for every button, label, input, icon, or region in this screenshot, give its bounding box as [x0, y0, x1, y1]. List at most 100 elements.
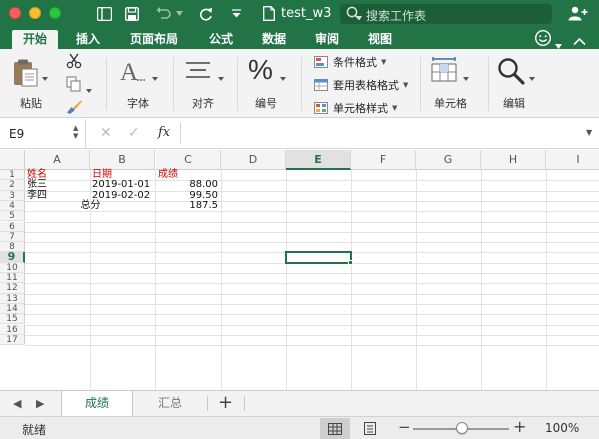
search-sheet-input[interactable]: 搜索工作表 [340, 4, 552, 24]
format-as-table-button[interactable]: 套用表格格式 ▼ [314, 76, 408, 94]
selected-cell-outline[interactable] [285, 251, 352, 264]
tab-data[interactable]: 数据 [254, 30, 294, 49]
cell-a2[interactable]: 张三 [27, 180, 47, 190]
cell-a4[interactable]: 总分 [25, 200, 156, 211]
row-header-10[interactable]: 10 [0, 262, 25, 273]
zoom-window-button[interactable] [49, 7, 61, 19]
cut-icon[interactable] [66, 53, 82, 72]
row-header-13[interactable]: 13 [0, 293, 25, 304]
gridline [25, 273, 599, 274]
name-box-stepper-icon[interactable]: ▲ ▼ [73, 124, 78, 140]
redo-icon[interactable] [198, 4, 214, 23]
undo-dropdown-icon[interactable] [174, 4, 184, 23]
add-person-icon[interactable] [567, 4, 589, 23]
worksheet-grid[interactable]: A B C D E F G H I 1 2 3 4 5 6 7 8 9 10 11 12 13 14 15 16 17 姓名 日期 成绩… [0, 150, 599, 390]
format-painter-icon[interactable] [66, 99, 83, 117]
cancel-icon[interactable]: ✕ [100, 125, 112, 141]
conditional-format-button[interactable]: 条件格式 ▼ [314, 53, 386, 71]
tab-review[interactable]: 审阅 [307, 30, 347, 49]
cell-style-button[interactable]: 单元格样式 ▼ [314, 99, 397, 117]
tab-home[interactable]: 开始 [12, 30, 58, 49]
zoom-in-button[interactable]: + [513, 417, 526, 436]
number-dropdown-icon[interactable] [280, 71, 286, 84]
gridline [25, 211, 599, 213]
save-icon[interactable] [123, 4, 141, 23]
cell-a3[interactable]: 李四 [27, 190, 47, 201]
editing-group[interactable]: 编辑 [494, 49, 544, 118]
column-header-c[interactable]: C [156, 150, 221, 170]
expand-formula-bar-icon[interactable]: ▼ [586, 128, 592, 137]
copy-icon[interactable] [66, 76, 82, 95]
add-sheet-button[interactable]: + [218, 392, 233, 413]
cells-group[interactable]: 单元格 [427, 49, 483, 118]
sheet-tab-scores[interactable]: 成绩 [61, 391, 133, 416]
row-header-14[interactable]: 14 [0, 303, 25, 315]
font-group[interactable]: A 字体 [113, 49, 163, 118]
alignment-group[interactable]: 对齐 [180, 49, 230, 118]
paste-dropdown-icon[interactable] [42, 71, 48, 84]
column-header-f[interactable]: F [351, 150, 416, 170]
row-header-6[interactable]: 6 [0, 221, 25, 232]
align-label: 对齐 [192, 97, 214, 110]
align-dropdown-icon[interactable] [218, 71, 224, 84]
row-header-3[interactable]: 3 [0, 190, 25, 201]
customize-toolbar-icon[interactable] [230, 4, 242, 23]
normal-view-button[interactable] [320, 418, 350, 439]
cell-c2[interactable]: 88.00 [156, 180, 218, 190]
cell-c4[interactable]: 187.5 [156, 200, 218, 211]
row-header-17[interactable]: 17 [0, 334, 25, 346]
row-header-16[interactable]: 16 [0, 324, 25, 335]
previous-sheet-icon[interactable]: ◀ [13, 397, 21, 410]
gridline [351, 170, 352, 390]
insert-function-button[interactable]: fx [158, 125, 170, 140]
smiley-feedback-icon[interactable] [534, 29, 552, 51]
zoom-out-button[interactable]: − [398, 418, 411, 436]
collapse-ribbon-icon[interactable] [573, 32, 586, 50]
row-header-9[interactable]: 9 [0, 251, 25, 263]
column-header-b[interactable]: B [90, 150, 155, 170]
column-header-a[interactable]: A [25, 150, 90, 170]
sheet-tab-summary[interactable]: 汇总 [134, 391, 206, 416]
column-header-i[interactable]: I [546, 150, 599, 170]
undo-icon[interactable] [154, 4, 172, 23]
number-group[interactable]: % 编号 [243, 49, 293, 118]
row-header-1[interactable]: 1 [0, 170, 25, 181]
page-layout-view-button[interactable] [355, 418, 385, 439]
tab-insert[interactable]: 插入 [68, 30, 108, 49]
row-header-2[interactable]: 2 [0, 180, 25, 191]
cell-b3[interactable]: 2019-02-02 [92, 190, 150, 201]
tab-formulas[interactable]: 公式 [201, 30, 241, 49]
name-box[interactable]: E9 ▲ ▼ [0, 119, 86, 148]
tab-page-layout[interactable]: 页面布局 [121, 30, 187, 49]
sidebar-icon[interactable] [95, 4, 113, 23]
column-header-g[interactable]: G [416, 150, 481, 170]
enter-icon[interactable]: ✓ [128, 125, 140, 141]
column-header-d[interactable]: D [221, 150, 286, 170]
cells-dropdown-icon[interactable] [463, 71, 469, 84]
zoom-slider-thumb[interactable] [456, 422, 468, 434]
column-header-e[interactable]: E [286, 150, 351, 170]
row-header-7[interactable]: 7 [0, 231, 25, 243]
tab-view[interactable]: 视图 [360, 30, 400, 49]
editing-dropdown-icon[interactable] [529, 71, 535, 84]
row-header-11[interactable]: 11 [0, 273, 25, 284]
row-header-12[interactable]: 12 [0, 283, 25, 294]
font-dropdown-icon[interactable] [152, 71, 158, 84]
close-window-button[interactable] [9, 7, 21, 19]
next-sheet-icon[interactable]: ▶ [36, 397, 44, 410]
row-header-5[interactable]: 5 [0, 211, 25, 222]
fill-handle[interactable] [348, 259, 353, 265]
ribbon-separator [301, 57, 302, 111]
cell-b2[interactable]: 2019-01-01 [92, 180, 150, 190]
cell-style-label: 单元格样式 [333, 102, 388, 115]
ribbon-separator [420, 57, 421, 111]
percent-icon: % [248, 54, 273, 85]
row-header-4[interactable]: 4 [0, 200, 25, 212]
select-all-corner[interactable] [0, 150, 25, 170]
column-header-h[interactable]: H [481, 150, 546, 170]
cell-c1[interactable]: 成绩 [158, 170, 178, 180]
copy-dropdown-icon[interactable] [86, 83, 92, 96]
paste-group[interactable]: 粘贴 [8, 49, 58, 118]
row-header-15[interactable]: 15 [0, 314, 25, 325]
minimize-window-button[interactable] [29, 7, 41, 19]
